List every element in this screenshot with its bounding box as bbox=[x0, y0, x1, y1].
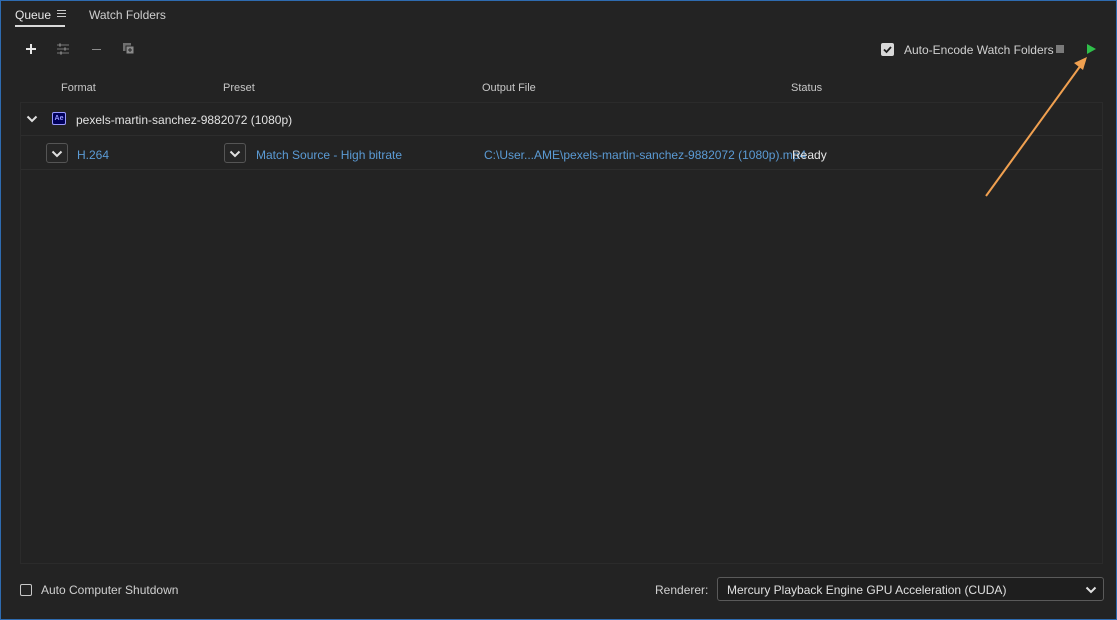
auto-shutdown-label: Auto Computer Shutdown bbox=[41, 583, 179, 597]
annotation-arrow bbox=[985, 57, 1087, 197]
queue-output-row[interactable]: H.264 Match Source - High bitrate C:\Use… bbox=[21, 136, 1102, 170]
chevron-down-icon bbox=[1085, 586, 1097, 594]
auto-shutdown-checkbox[interactable] bbox=[20, 584, 32, 596]
source-name: pexels-martin-sanchez-9882072 (1080p) bbox=[76, 113, 293, 127]
active-tab-underline bbox=[15, 25, 65, 27]
after-effects-icon: Ae bbox=[52, 112, 66, 125]
renderer-select[interactable]: Mercury Playback Engine GPU Acceleration… bbox=[717, 577, 1104, 601]
settings-sliders-icon[interactable] bbox=[55, 41, 71, 57]
chevron-down-icon bbox=[51, 150, 63, 158]
chevron-down-icon[interactable] bbox=[26, 113, 38, 125]
renderer-label: Renderer: bbox=[655, 583, 709, 597]
status-text: Ready bbox=[792, 148, 827, 162]
tab-queue[interactable]: Queue bbox=[15, 8, 65, 27]
add-source-icon[interactable] bbox=[23, 41, 39, 57]
column-header-preset[interactable]: Preset bbox=[223, 82, 255, 94]
column-header-output-file[interactable]: Output File bbox=[482, 82, 536, 94]
renderer-value: Mercury Playback Engine GPU Acceleration… bbox=[727, 583, 1007, 597]
tab-queue-label: Queue bbox=[15, 8, 52, 22]
remove-icon[interactable] bbox=[89, 41, 105, 57]
chevron-down-icon bbox=[229, 150, 241, 158]
output-file-link[interactable]: C:\User...AME\pexels-martin-sanchez-9882… bbox=[484, 148, 806, 162]
format-link[interactable]: H.264 bbox=[77, 148, 109, 162]
tab-watch-folders[interactable]: Watch Folders bbox=[89, 8, 166, 22]
tab-watch-folders-label: Watch Folders bbox=[89, 8, 166, 22]
queue-source-row[interactable]: Ae pexels-martin-sanchez-9882072 (1080p) bbox=[21, 103, 1102, 136]
panel-menu-icon[interactable] bbox=[57, 10, 66, 18]
format-dropdown-button[interactable] bbox=[46, 143, 68, 163]
tab-bar: Queue Watch Folders bbox=[1, 1, 1116, 29]
media-encoder-queue-panel: Queue Watch Folders Auto-Encode Watch Fo… bbox=[0, 0, 1117, 620]
queue-list[interactable]: Ae pexels-martin-sanchez-9882072 (1080p)… bbox=[20, 102, 1103, 564]
column-header-status[interactable]: Status bbox=[791, 82, 822, 94]
duplicate-icon[interactable] bbox=[121, 41, 137, 57]
auto-encode-checkbox[interactable] bbox=[881, 43, 894, 56]
column-header-format[interactable]: Format bbox=[61, 82, 96, 94]
preset-dropdown-button[interactable] bbox=[224, 143, 246, 163]
preset-link[interactable]: Match Source - High bitrate bbox=[256, 148, 402, 162]
